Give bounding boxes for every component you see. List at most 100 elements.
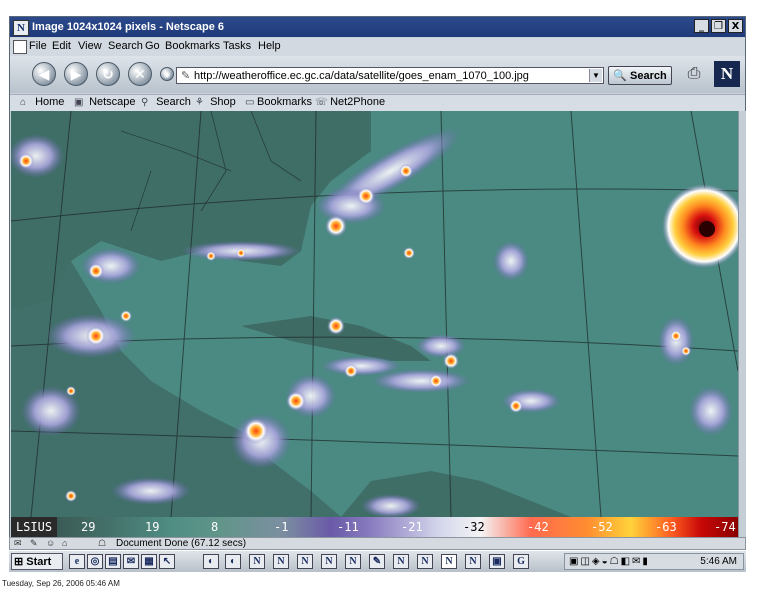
taskbar-app-icon[interactable]: ◐ bbox=[225, 554, 241, 569]
colorbar-tick: -63 bbox=[655, 520, 677, 534]
shop-icon: ⚘ bbox=[195, 97, 204, 108]
taskbar: ⊞ Start e ◎ ▤ ✉ ▦ ↖ ◐ ◐ N N N N N ✎ N N … bbox=[9, 550, 746, 572]
menu-edit[interactable]: Edit bbox=[52, 40, 71, 52]
composer-icon[interactable]: ✎ bbox=[30, 538, 38, 549]
start-button[interactable]: ⊞ Start bbox=[11, 553, 63, 570]
toolbar-shop[interactable]: ⚘ Shop bbox=[195, 96, 236, 108]
print-icon[interactable]: ⎙ bbox=[681, 65, 707, 83]
toolbar-net2phone[interactable]: ☏ Net2Phone bbox=[315, 96, 385, 108]
system-tray: ▣◫◈◒☖◧✉▮ 5:46 AM bbox=[564, 553, 744, 570]
toolbar-bookmarks[interactable]: ▭ Bookmarks bbox=[245, 96, 312, 108]
reload-icon[interactable]: ↻ bbox=[96, 62, 120, 86]
quicklaunch-icon[interactable]: e bbox=[69, 554, 85, 569]
colorbar-tick: -74 bbox=[714, 520, 736, 534]
colorbar-tick: 29 bbox=[81, 520, 96, 534]
site-icon: ◉ bbox=[160, 67, 174, 81]
menu-bar: File Edit View Search Go Bookmarks Tasks… bbox=[10, 38, 745, 56]
back-icon[interactable]: ◀ bbox=[32, 62, 56, 86]
satellite-map-graphic bbox=[11, 111, 738, 517]
toolbar-search[interactable]: ⚲ Search bbox=[141, 96, 191, 108]
toolbar-search-label: Search bbox=[156, 96, 191, 108]
taskbar-netscape-icon[interactable]: N bbox=[249, 554, 265, 569]
url-input[interactable]: ✎ http://weatheroffice.ec.gc.ca/data/sate… bbox=[176, 67, 604, 84]
status-bar: ✉ ✎ ☺ ⌂ ☖ Document Done (67.12 secs) bbox=[9, 537, 746, 550]
colorbar-tick: 19 bbox=[145, 520, 160, 534]
menu-tasks[interactable]: Tasks bbox=[223, 40, 251, 52]
security-icon[interactable]: ☖ bbox=[98, 538, 106, 549]
satellite-image bbox=[11, 111, 738, 517]
window-title: Image 1024x1024 pixels - Netscape 6 bbox=[32, 21, 225, 33]
search-button-label: Search bbox=[630, 70, 667, 82]
menu-bookmarks[interactable]: Bookmarks bbox=[165, 40, 220, 52]
quicklaunch-icon[interactable]: ▤ bbox=[105, 554, 121, 569]
start-label: Start bbox=[26, 556, 52, 568]
menu-go[interactable]: Go bbox=[145, 40, 160, 52]
taskbar-netscape-icon[interactable]: N bbox=[465, 554, 481, 569]
tray-icons[interactable]: ▣◫◈◒☖◧✉▮ bbox=[569, 556, 650, 567]
colorbar-tick: -1 bbox=[274, 520, 289, 534]
address-icon[interactable]: ⌂ bbox=[62, 538, 67, 548]
quicklaunch-icon[interactable]: ✉ bbox=[123, 554, 139, 569]
temperature-colorbar: LSIUS 29 19 8 -1 -11 -21 -32 -42 -52 -63… bbox=[11, 517, 738, 537]
menu-file[interactable]: File bbox=[29, 40, 47, 52]
quicklaunch-icon[interactable]: ▦ bbox=[141, 554, 157, 569]
taskbar-netscape-icon[interactable]: N bbox=[297, 554, 313, 569]
toolbar-netscape[interactable]: ▣ Netscape bbox=[74, 96, 136, 108]
navigation-toolbar: ◀ ▶ ↻ ✕ ◉ ✎ http://weatheroffice.ec.gc.ca… bbox=[10, 56, 745, 93]
taskbar-netscape-icon[interactable]: N bbox=[321, 554, 337, 569]
close-button[interactable]: X bbox=[728, 19, 743, 33]
colorbar-tick: -11 bbox=[337, 520, 359, 534]
taskbar-app-icon[interactable]: ◐ bbox=[203, 554, 219, 569]
quicklaunch-icon[interactable]: ↖ bbox=[159, 554, 175, 569]
search-icon: ⚲ bbox=[141, 97, 149, 108]
colorbar-tick: -21 bbox=[401, 520, 423, 534]
toolbar-shop-label: Shop bbox=[210, 96, 236, 108]
colorbar-tick: -32 bbox=[463, 520, 485, 534]
toolbar-home-label: Home bbox=[35, 96, 65, 108]
menu-view[interactable]: View bbox=[78, 40, 102, 52]
title-bar: N Image 1024x1024 pixels - Netscape 6 _ … bbox=[10, 17, 745, 37]
url-text: http://weatheroffice.ec.gc.ca/data/satel… bbox=[194, 70, 529, 82]
mail-icon[interactable]: ✉ bbox=[14, 538, 22, 549]
page-icon: ✎ bbox=[181, 70, 191, 82]
minimize-button[interactable]: _ bbox=[694, 19, 709, 33]
browser-window: N Image 1024x1024 pixels - Netscape 6 _ … bbox=[9, 16, 746, 553]
stop-icon[interactable]: ✕ bbox=[128, 62, 152, 86]
menu-help[interactable]: Help bbox=[258, 40, 281, 52]
chat-icon[interactable]: ☺ bbox=[46, 538, 55, 548]
taskbar-app-icon[interactable]: ▣ bbox=[489, 554, 505, 569]
search-icon: 🔍 bbox=[613, 70, 627, 82]
toolbar-net2phone-label: Net2Phone bbox=[330, 96, 386, 108]
home-icon: ⌂ bbox=[20, 97, 27, 108]
page-icon bbox=[13, 40, 27, 54]
toolbar-netscape-label: Netscape bbox=[89, 96, 136, 108]
status-text: Document Done (67.12 secs) bbox=[116, 538, 247, 549]
maximize-button[interactable]: ❐ bbox=[711, 19, 726, 33]
taskbar-netscape-icon[interactable]: N bbox=[273, 554, 289, 569]
taskbar-netscape-icon-active[interactable]: N bbox=[441, 554, 457, 569]
print-timestamp: Tuesday, Sep 26, 2006 05:46 AM bbox=[2, 579, 120, 588]
colorbar-tick: 8 bbox=[211, 520, 219, 534]
menu-search[interactable]: Search bbox=[108, 40, 143, 52]
colorbar-tick: -52 bbox=[591, 520, 613, 534]
search-button[interactable]: 🔍 Search bbox=[608, 66, 672, 85]
vertical-scrollbar[interactable] bbox=[738, 111, 746, 537]
colorbar-label: LSIUS bbox=[11, 517, 57, 537]
toolbar-bookmarks-label: Bookmarks bbox=[257, 96, 313, 108]
folder-icon: ▭ bbox=[245, 97, 255, 108]
toolbar-home[interactable]: ⌂ Home bbox=[20, 96, 64, 108]
taskbar-app-icon[interactable]: G bbox=[513, 554, 529, 569]
netscape-icon: ▣ bbox=[74, 97, 84, 108]
quicklaunch-icon[interactable]: ◎ bbox=[87, 554, 103, 569]
taskbar-app-icon[interactable]: ✎ bbox=[369, 554, 385, 569]
phone-icon: ☏ bbox=[315, 97, 328, 108]
taskbar-netscape-icon[interactable]: N bbox=[393, 554, 409, 569]
personal-toolbar: ⌂ Home ▣ Netscape ⚲ Search ⚘ Shop ▭ Bookm… bbox=[10, 94, 745, 111]
chevron-down-icon[interactable]: ▼ bbox=[589, 69, 602, 82]
taskbar-netscape-icon[interactable]: N bbox=[345, 554, 361, 569]
taskbar-netscape-icon[interactable]: N bbox=[417, 554, 433, 569]
netscape-n-logo-icon: N bbox=[714, 61, 740, 87]
colorbar-tick: -42 bbox=[527, 520, 549, 534]
windows-logo-icon: ⊞ bbox=[14, 556, 24, 568]
forward-icon[interactable]: ▶ bbox=[64, 62, 88, 86]
